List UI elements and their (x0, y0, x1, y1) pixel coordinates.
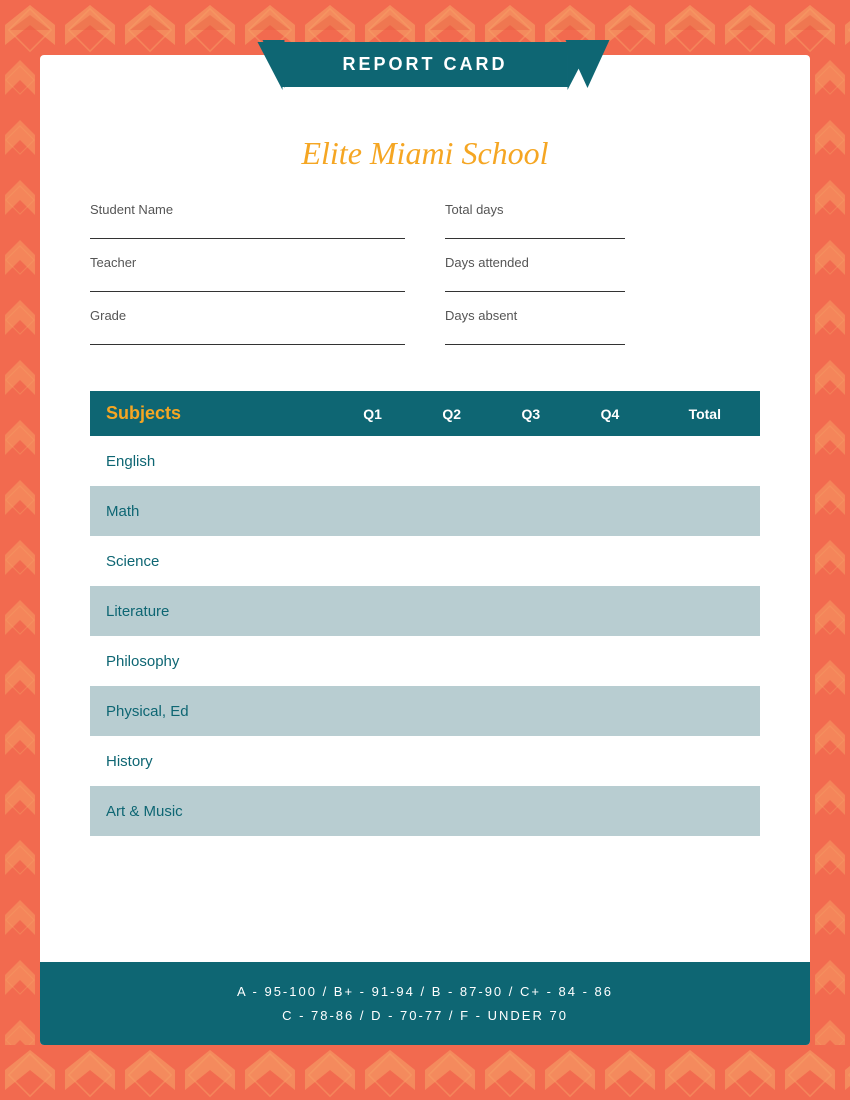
q4-cell (570, 736, 649, 786)
subject-cell: Art & Music (90, 786, 333, 836)
total-cell (650, 636, 760, 686)
q3-header: Q3 (491, 391, 570, 436)
days-absent-label: Days absent (445, 308, 760, 323)
grade-label: Grade (90, 308, 405, 323)
q1-cell (333, 686, 412, 736)
banner-wrap: REPORT CARD (240, 40, 609, 88)
left-border-pattern (0, 55, 40, 1045)
q1-cell (333, 436, 412, 486)
subject-cell: Physical, Ed (90, 686, 333, 736)
q1-cell (333, 786, 412, 836)
days-attended-line (445, 274, 625, 292)
teacher-line (90, 274, 405, 292)
table-row: Art & Music (90, 786, 760, 836)
school-name: Elite Miami School (90, 135, 760, 172)
q4-cell (570, 636, 649, 686)
q2-cell (412, 486, 491, 536)
table-row: Literature (90, 586, 760, 636)
q2-cell (412, 786, 491, 836)
table-row: Math (90, 486, 760, 536)
table-row: Science (90, 536, 760, 586)
bottom-border-pattern (0, 1045, 850, 1100)
table-row: English (90, 436, 760, 486)
q2-cell (412, 536, 491, 586)
q4-cell (570, 586, 649, 636)
q2-cell (412, 736, 491, 786)
subject-cell: History (90, 736, 333, 786)
q1-cell (333, 636, 412, 686)
q1-header: Q1 (333, 391, 412, 436)
table-row: Physical, Ed (90, 686, 760, 736)
q3-cell (491, 436, 570, 486)
days-attended-field: Days attended (445, 255, 760, 292)
student-name-label: Student Name (90, 202, 405, 217)
q1-cell (333, 586, 412, 636)
q3-cell (491, 686, 570, 736)
total-cell (650, 536, 760, 586)
student-name-line (90, 221, 405, 239)
q2-cell (412, 686, 491, 736)
q3-cell (491, 636, 570, 686)
q4-cell (570, 536, 649, 586)
info-left: Student Name Teacher Grade (90, 202, 405, 361)
q3-cell (491, 586, 570, 636)
q2-cell (412, 636, 491, 686)
q2-cell (412, 586, 491, 636)
q4-cell (570, 486, 649, 536)
q2-cell (412, 436, 491, 486)
subject-cell: Science (90, 536, 333, 586)
q3-cell (491, 536, 570, 586)
q1-cell (333, 736, 412, 786)
total-days-line (445, 221, 625, 239)
total-cell (650, 486, 760, 536)
table-row: History (90, 736, 760, 786)
grading-scale-line1: A - 95-100 / B+ - 91-94 / B - 87-90 / C+… (60, 980, 790, 1003)
total-header: Total (650, 391, 760, 436)
q4-cell (570, 686, 649, 736)
right-border-pattern (810, 55, 850, 1045)
days-absent-line (445, 327, 625, 345)
q1-cell (333, 486, 412, 536)
days-attended-label: Days attended (445, 255, 760, 270)
q4-cell (570, 786, 649, 836)
total-days-label: Total days (445, 202, 760, 217)
q3-cell (491, 736, 570, 786)
q1-cell (333, 536, 412, 586)
subject-cell: English (90, 436, 333, 486)
grading-scale: A - 95-100 / B+ - 91-94 / B - 87-90 / C+… (40, 962, 810, 1045)
subject-cell: Philosophy (90, 636, 333, 686)
grading-scale-line2: C - 78-86 / D - 70-77 / F - UNDER 70 (60, 1004, 790, 1027)
teacher-field: Teacher (90, 255, 405, 292)
total-days-field: Total days (445, 202, 760, 239)
total-cell (650, 436, 760, 486)
q3-cell (491, 786, 570, 836)
banner: REPORT CARD (282, 42, 567, 87)
teacher-label: Teacher (90, 255, 405, 270)
info-section: Student Name Teacher Grade Total days (90, 202, 760, 361)
total-cell (650, 786, 760, 836)
table-row: Philosophy (90, 636, 760, 686)
footer-scale: A - 95-100 / B+ - 91-94 / B - 87-90 / C+… (40, 962, 810, 1045)
subjects-header: Subjects (90, 391, 333, 436)
total-cell (650, 736, 760, 786)
total-cell (650, 586, 760, 636)
q4-cell (570, 436, 649, 486)
q4-header: Q4 (570, 391, 649, 436)
q2-header: Q2 (412, 391, 491, 436)
subject-cell: Literature (90, 586, 333, 636)
grade-field: Grade (90, 308, 405, 345)
table-header-row: Subjects Q1 Q2 Q3 Q4 Total (90, 391, 760, 436)
days-absent-field: Days absent (445, 308, 760, 345)
total-cell (650, 686, 760, 736)
info-right: Total days Days attended Days absent (445, 202, 760, 361)
grade-line (90, 327, 405, 345)
q3-cell (491, 486, 570, 536)
subject-cell: Math (90, 486, 333, 536)
report-card: Elite Miami School Student Name Teacher … (40, 55, 810, 1045)
grades-table: Subjects Q1 Q2 Q3 Q4 Total EnglishMathSc… (90, 391, 760, 836)
banner-label: REPORT CARD (342, 54, 507, 74)
student-name-field: Student Name (90, 202, 405, 239)
